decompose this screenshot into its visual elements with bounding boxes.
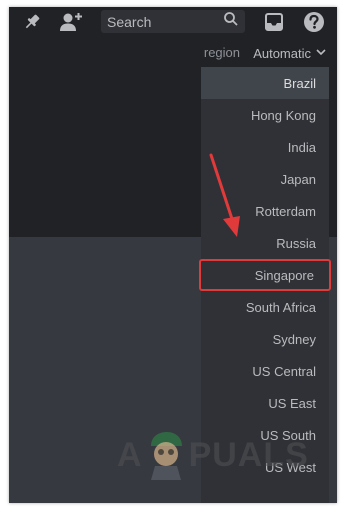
help-icon[interactable] [301,10,327,34]
region-option-japan[interactable]: Japan [201,163,329,195]
region-option-brazil[interactable]: Brazil [201,67,329,99]
watermark-mascot-icon [150,432,182,480]
pin-icon[interactable] [19,10,45,34]
region-label: region [203,45,240,60]
watermark-text-left: A [117,435,143,474]
region-setting: region Automatic [9,43,337,63]
region-option-russia[interactable]: Russia [201,227,329,259]
app-window: Search region Automatic Brazil Hong Kong… [9,7,337,503]
region-selected-value: Automatic [253,45,311,61]
toolbar: Search [9,7,337,37]
search-input[interactable]: Search [101,10,245,33]
region-option-us-east[interactable]: US East [201,387,329,419]
region-option-india[interactable]: India [201,131,329,163]
region-option-us-central[interactable]: US Central [201,355,329,387]
inbox-icon[interactable] [261,10,287,34]
region-option-sydney[interactable]: Sydney [201,323,329,355]
chevron-down-icon [315,46,327,61]
screenshot-frame: Search region Automatic Brazil Hong Kong… [9,7,337,503]
region-option-south-africa[interactable]: South Africa [201,291,329,323]
region-option-hong-kong[interactable]: Hong Kong [201,99,329,131]
region-option-singapore[interactable]: Singapore [199,259,331,291]
search-icon [223,11,239,32]
search-placeholder: Search [107,13,152,30]
watermark: A PUALS [117,427,337,483]
watermark-text-right: PUALS [188,435,309,474]
region-option-rotterdam[interactable]: Rotterdam [201,195,329,227]
region-select[interactable]: Automatic [253,43,327,63]
add-member-icon[interactable] [59,10,85,34]
